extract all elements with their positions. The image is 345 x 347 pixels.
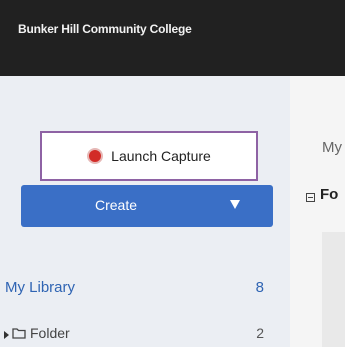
- create-button[interactable]: Create: [21, 185, 273, 227]
- collapse-icon[interactable]: [306, 193, 315, 202]
- page-heading: My: [322, 139, 342, 156]
- my-library-label: My Library: [5, 279, 76, 296]
- content-card: [322, 232, 345, 347]
- create-label: Create: [94, 197, 138, 213]
- section-title: Fo: [320, 186, 339, 203]
- launch-capture-label: Launch Capture: [111, 148, 211, 164]
- folder-icon: [12, 328, 26, 339]
- folder-count: 2: [256, 325, 264, 341]
- launch-capture-button[interactable]: Launch Capture: [40, 131, 258, 181]
- organization-name: Bunker Hill Community College: [18, 22, 192, 36]
- expand-arrow-icon[interactable]: [4, 331, 9, 339]
- caret-down-icon[interactable]: [230, 200, 240, 209]
- folder-label: Folder: [30, 325, 70, 341]
- sidebar-item-my-library[interactable]: My Library 8: [0, 275, 290, 299]
- sidebar-item-folder[interactable]: Folder 2: [0, 322, 290, 347]
- my-library-count: 8: [255, 279, 264, 296]
- top-bar: Bunker Hill Community College: [0, 0, 345, 76]
- record-icon: [87, 148, 104, 164]
